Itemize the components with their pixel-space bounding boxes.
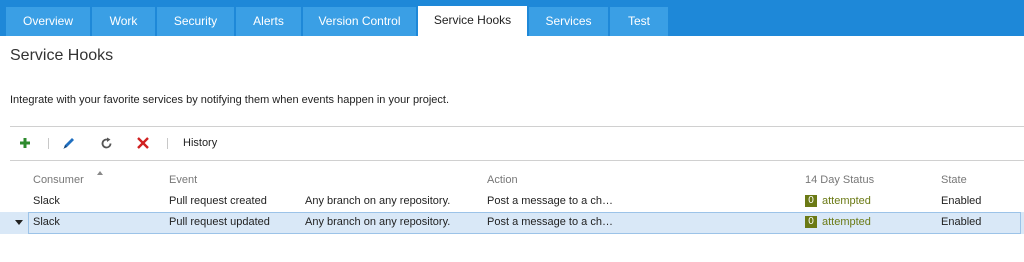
pencil-icon [63, 137, 74, 149]
delete-x-icon [137, 137, 149, 149]
refresh-icon [101, 137, 112, 148]
page-title: Service Hooks [10, 47, 114, 64]
column-header-event[interactable]: Event [169, 174, 197, 186]
edit-button[interactable] [62, 134, 78, 152]
delete-button[interactable] [137, 134, 153, 152]
table-row-selected[interactable]: Slack Pull request updated Any branch on… [0, 212, 1024, 234]
filter-cell: Any branch on any repository. [305, 216, 451, 228]
table-row[interactable]: Slack Pull request created Any branch on… [0, 191, 1024, 213]
column-header-consumer[interactable]: Consumer [33, 174, 84, 186]
consumer-cell: Slack [33, 216, 60, 228]
toolbar-divider-top [10, 126, 1024, 127]
column-header-action[interactable]: Action [487, 174, 518, 186]
status-text[interactable]: attempted [822, 195, 871, 207]
consumer-cell: Slack [33, 195, 60, 207]
history-button[interactable]: History [183, 134, 217, 152]
filter-cell: Any branch on any repository. [305, 195, 451, 207]
toolbar-divider-bottom [10, 160, 1024, 161]
tab-security[interactable]: Security [157, 7, 234, 36]
event-cell: Pull request created [169, 195, 267, 207]
add-button[interactable] [20, 134, 34, 152]
toolbar-separator [48, 138, 49, 149]
page-description: Integrate with your favorite services by… [10, 94, 450, 106]
plus-icon [20, 138, 30, 148]
refresh-button[interactable] [100, 134, 116, 152]
sort-ascending-icon [97, 171, 103, 175]
state-cell: Enabled [941, 216, 982, 228]
action-cell: Post a message to a ch… [487, 216, 613, 228]
row-context-menu-icon[interactable] [15, 220, 23, 225]
tab-overview[interactable]: Overview [6, 7, 90, 36]
tab-test[interactable]: Test [610, 7, 668, 36]
status-count-badge: 0 [805, 195, 817, 207]
action-cell: Post a message to a ch… [487, 195, 613, 207]
event-cell: Pull request updated [169, 216, 270, 228]
tab-services[interactable]: Services [529, 7, 608, 36]
status-text[interactable]: attempted [822, 216, 871, 228]
tab-work[interactable]: Work [92, 7, 155, 36]
tab-version-control[interactable]: Version Control [303, 7, 416, 36]
tab-service-hooks[interactable]: Service Hooks [418, 6, 527, 36]
state-cell: Enabled [941, 195, 982, 207]
tab-bar: Overview Work Security Alerts Version Co… [0, 0, 1024, 36]
tab-alerts[interactable]: Alerts [236, 7, 301, 36]
column-header-status[interactable]: 14 Day Status [805, 174, 874, 186]
column-header-state[interactable]: State [941, 174, 967, 186]
toolbar-separator [167, 138, 168, 149]
status-count-badge: 0 [805, 216, 817, 228]
